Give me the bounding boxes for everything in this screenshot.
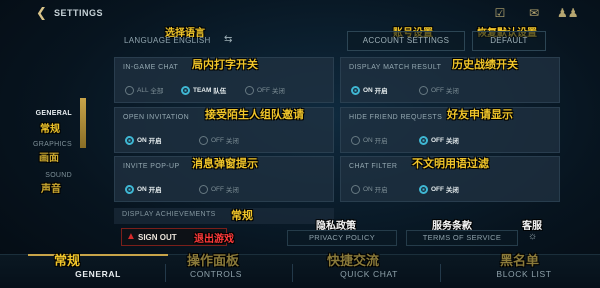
friends-icon[interactable]: ♟♟ [557, 5, 579, 21]
display-match-note: 历史战绩开关 [452, 58, 518, 71]
privacy-policy-button[interactable]: PRIVACY POLICY [287, 230, 397, 246]
tab-controls-note: 操作面板 [187, 254, 240, 269]
open-invitation-note: 接受陌生人组队邀请 [205, 108, 304, 121]
in-game-chat-team-option[interactable]: TEAM 队伍 [181, 85, 226, 95]
sidebar-active-marker [80, 98, 86, 148]
default-button[interactable]: DEFAULT [472, 31, 546, 51]
invite-popup-on-option[interactable]: ON 开启 [125, 184, 162, 194]
sidebar-sound-note: 声音 [41, 184, 61, 195]
tab-controls[interactable]: CONTROLS [151, 269, 281, 279]
sidebar-graphics-note: 画面 [39, 153, 59, 164]
tab-general[interactable]: GENERAL [33, 269, 163, 279]
language-selector[interactable]: LANGUAGE ENGLISH [124, 36, 211, 45]
in-game-chat-note: 局内打字开关 [192, 58, 258, 71]
invite-popup-label: INVITE POP-UP [123, 163, 180, 170]
tab-divider [440, 264, 441, 282]
checkbox-icon[interactable]: ☑ [492, 5, 508, 21]
display-match-off-option[interactable]: OFF 关闭 [419, 85, 459, 95]
terms-of-service-button[interactable]: TERMS OF SERVICE [406, 230, 518, 246]
hide-friend-note: 好友申请显示 [447, 108, 513, 121]
tab-divider [292, 264, 293, 282]
chat-filter-off-option[interactable]: OFF 关闭 [419, 184, 459, 194]
chat-icon[interactable]: ✉ [526, 5, 542, 21]
warning-icon: ▲ [126, 231, 136, 242]
display-match-card: DISPLAY MATCH RESULT ON 开启 OFF 关闭 [340, 57, 560, 103]
hide-friend-off-option[interactable]: OFF 关闭 [419, 135, 459, 145]
tab-block-list-note: 黑名单 [500, 254, 540, 269]
sidebar-item-graphics[interactable]: GRAPHICS [0, 141, 80, 148]
display-match-label: DISPLAY MATCH RESULT [349, 64, 442, 71]
display-achievements-label: DISPLAY ACHIEVEMENTS [122, 211, 216, 218]
sidebar-item-general[interactable]: GENERAL [0, 110, 80, 117]
open-invitation-label: OPEN INVITATION [123, 114, 190, 121]
sidebar-general-note: 常规 [40, 124, 60, 135]
display-achievements-note: 常规 [231, 209, 253, 222]
invite-popup-note: 消息弹窗提示 [192, 157, 258, 170]
support-icon[interactable]: ☼ [528, 231, 537, 242]
in-game-chat-off-option[interactable]: OFF 关闭 [245, 85, 285, 95]
back-chevron-icon[interactable]: ❮ [36, 6, 48, 20]
in-game-chat-label: IN-GAME CHAT [123, 64, 179, 71]
chat-filter-note: 不文明用语过滤 [412, 157, 489, 170]
sign-out-note: 退出游戏 [194, 234, 234, 245]
tab-quick-chat[interactable]: QUICK CHAT [304, 269, 434, 279]
hide-friend-on-option[interactable]: ON 开启 [351, 135, 388, 145]
tab-general-note: 常规 [54, 254, 81, 269]
chat-filter-label: CHAT FILTER [349, 163, 398, 170]
in-game-chat-all-option[interactable]: ALL 全部 [125, 85, 163, 95]
tab-block-list[interactable]: BLOCK LIST [459, 269, 589, 279]
swap-arrows-icon[interactable]: ⇆ [224, 34, 232, 45]
tab-active-indicator [28, 254, 168, 256]
account-settings-button[interactable]: ACCOUNT SETTINGS [347, 31, 465, 51]
invite-popup-off-option[interactable]: OFF 关闭 [199, 184, 239, 194]
hide-friend-label: HIDE FRIEND REQUESTS [349, 114, 443, 121]
support-note: 客服 [522, 221, 542, 232]
open-invitation-off-option[interactable]: OFF 关闭 [199, 135, 239, 145]
tab-quick-chat-note: 快捷交流 [327, 254, 380, 269]
open-invitation-on-option[interactable]: ON 开启 [125, 135, 162, 145]
display-match-on-option[interactable]: ON 开启 [351, 85, 388, 95]
chat-filter-on-option[interactable]: ON 开启 [351, 184, 388, 194]
page-title: SETTINGS [54, 8, 104, 18]
sidebar-item-sound[interactable]: SOUND [0, 172, 80, 179]
display-achievements-row[interactable]: DISPLAY ACHIEVEMENTS [114, 208, 334, 224]
